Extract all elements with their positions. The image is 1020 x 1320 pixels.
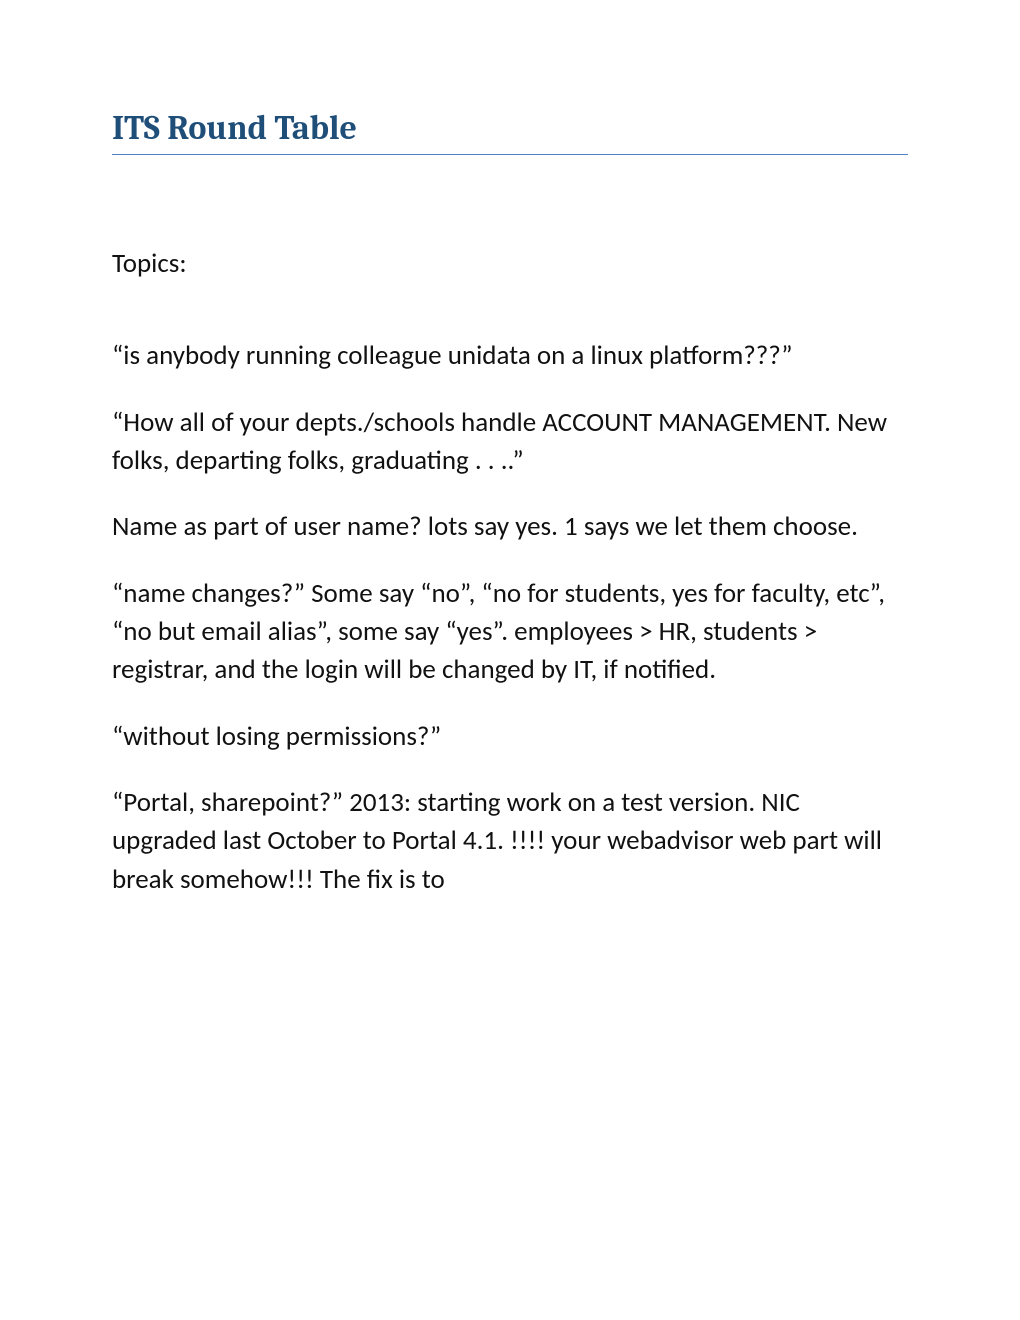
paragraph-6: “Portal, sharepoint?” 2013: starting wor…	[112, 784, 908, 899]
paragraph-1: “is anybody running colleague unidata on…	[112, 337, 908, 375]
paragraph-2: “How all of your depts./schools handle A…	[112, 404, 908, 481]
paragraph-4: “name changes?” Some say “no”, “no for s…	[112, 575, 908, 690]
topics-label: Topics:	[112, 245, 908, 283]
paragraph-5: “without losing permissions?”	[112, 718, 908, 756]
document-title: ITS Round Table	[112, 108, 908, 155]
paragraph-3: Name as part of user name? lots say yes.…	[112, 508, 908, 546]
